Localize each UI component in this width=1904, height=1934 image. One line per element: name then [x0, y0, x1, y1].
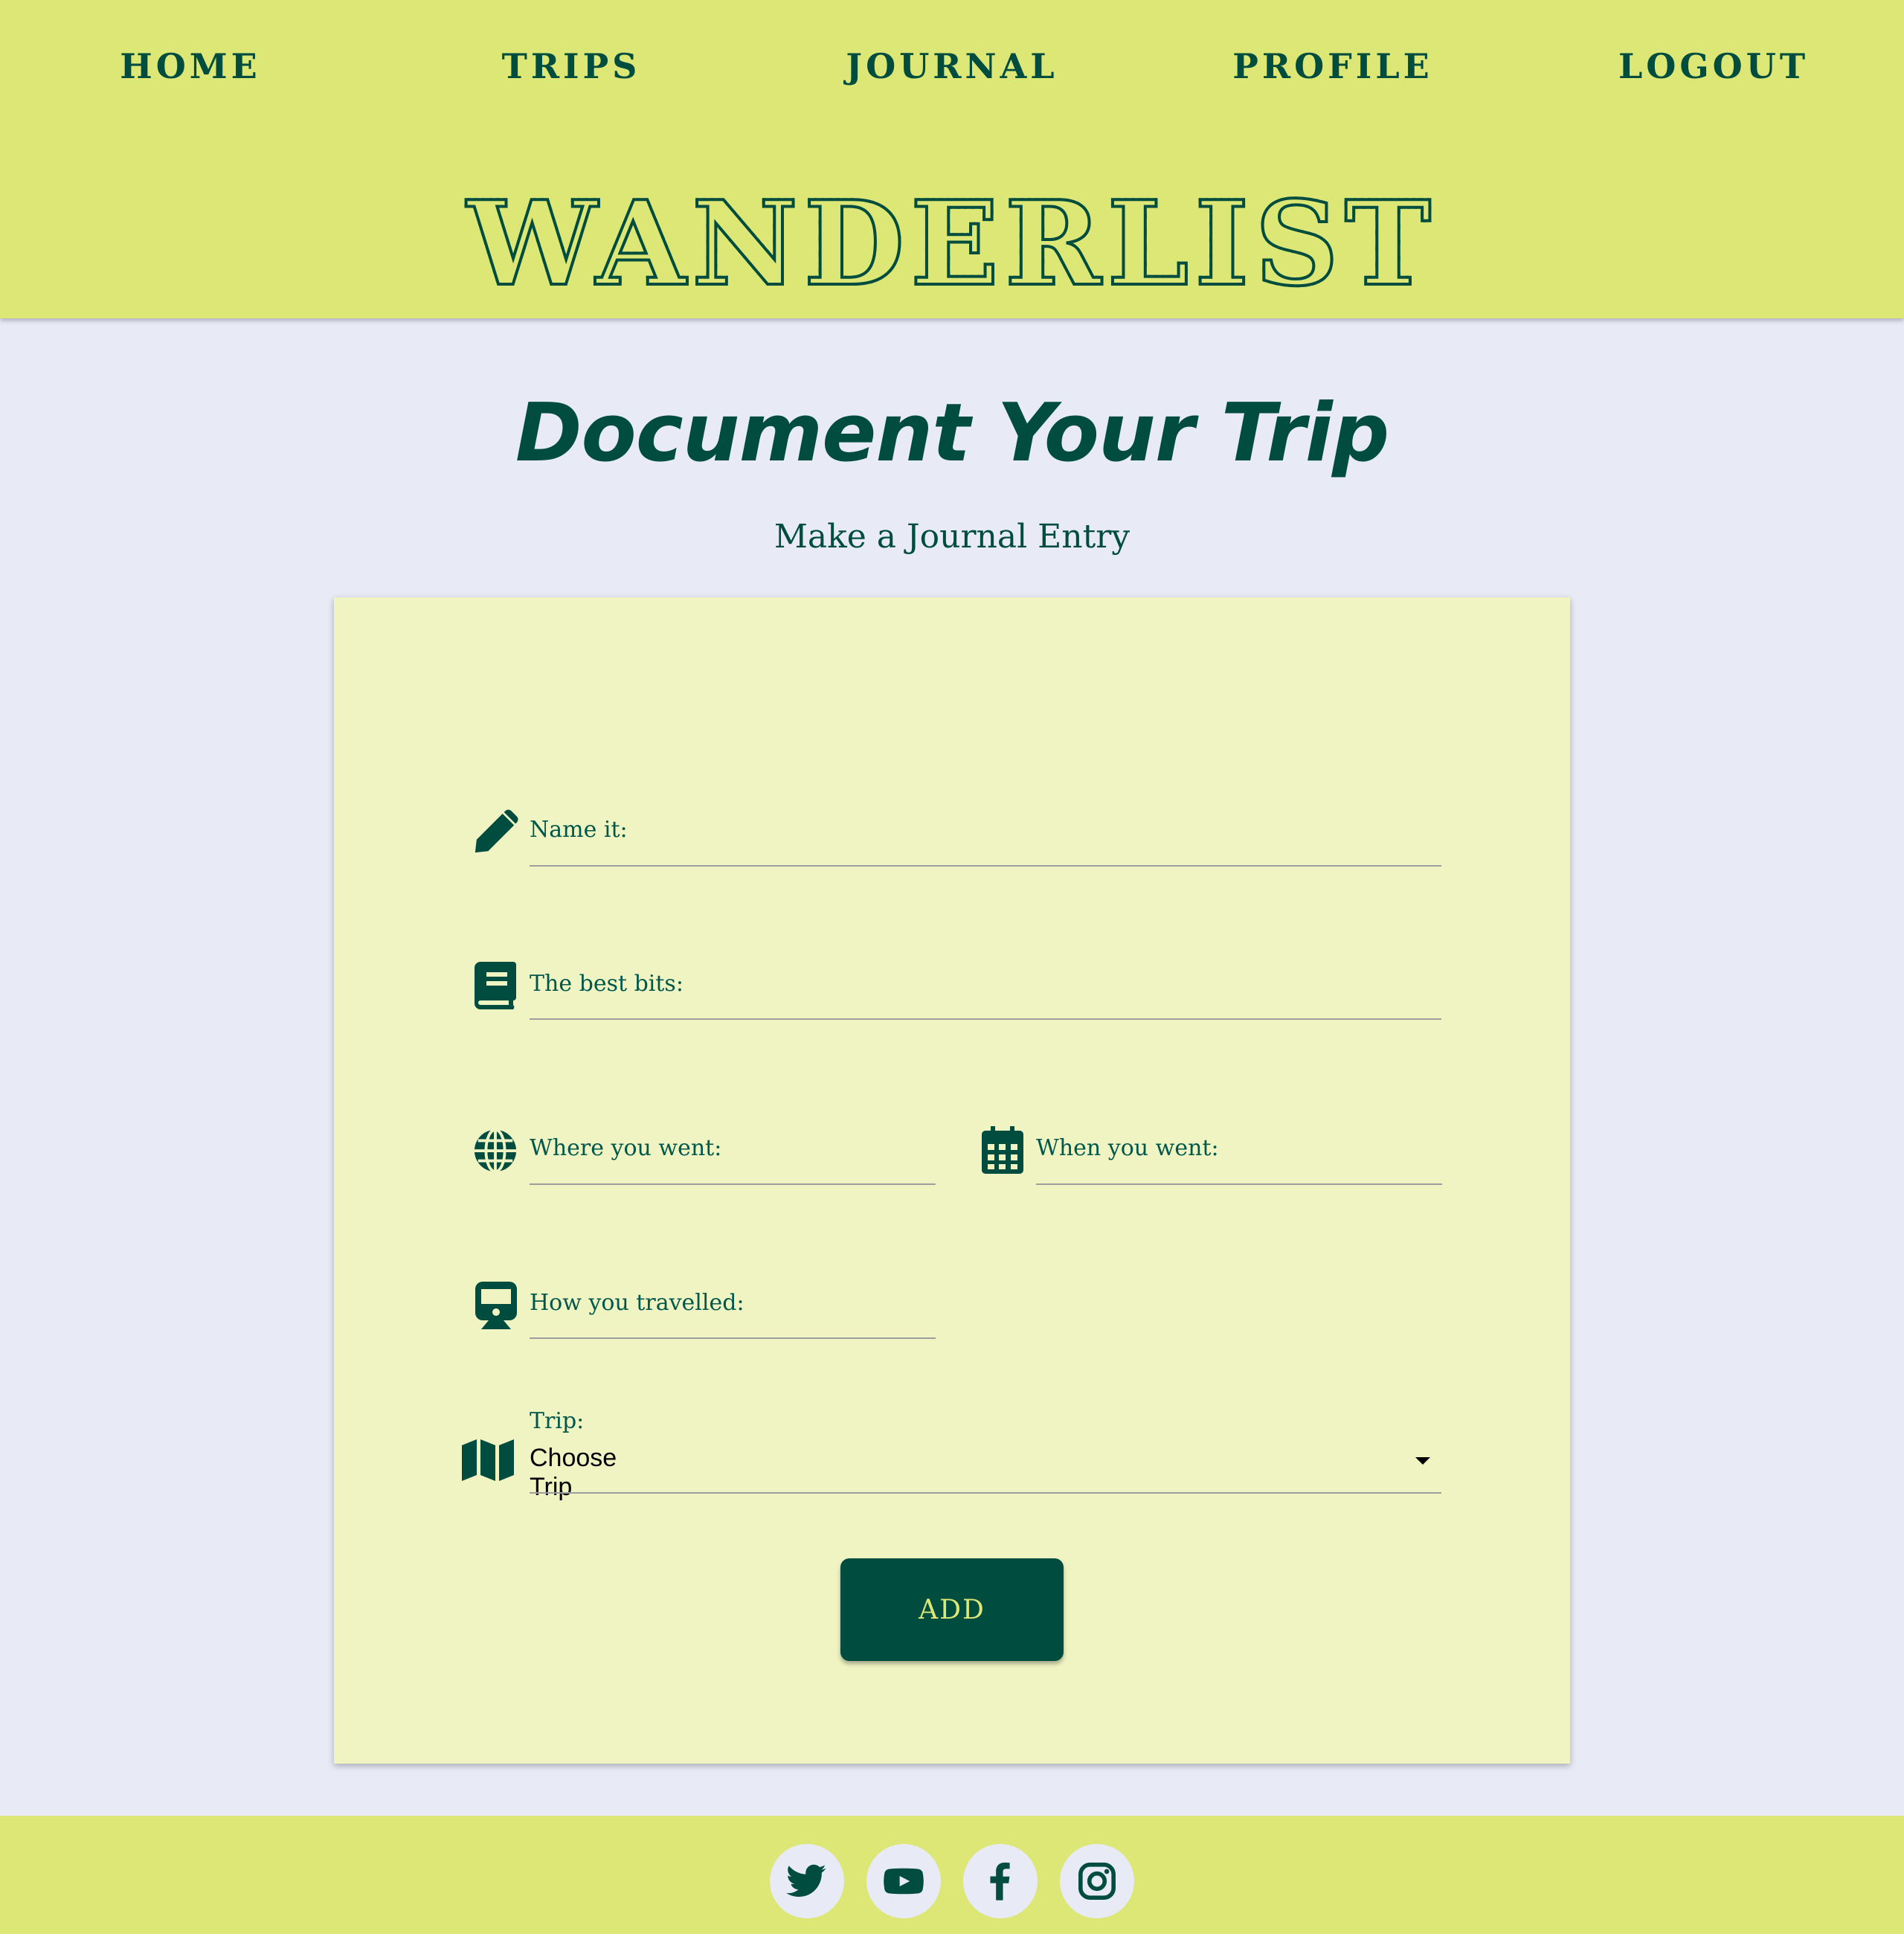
- facebook-link[interactable]: [963, 1844, 1038, 1918]
- best-bits-label: The best bits:: [530, 971, 684, 997]
- instagram-link[interactable]: [1060, 1844, 1134, 1918]
- when-input-underline[interactable]: [1036, 1183, 1442, 1185]
- trip-label: Trip:: [530, 1408, 585, 1434]
- page-subtitle: Make a Journal Entry: [774, 518, 1130, 556]
- where-label: Where you went:: [530, 1135, 722, 1161]
- add-button[interactable]: ADD: [840, 1558, 1064, 1661]
- nav-journal-link[interactable]: JOURNAL: [762, 46, 1142, 86]
- name-label: Name it:: [530, 817, 628, 843]
- youtube-icon: [883, 1860, 924, 1902]
- brand-logo[interactable]: WANDERLIST: [0, 184, 1904, 303]
- journal-entry-form: Name it: The best bits: Where you went:: [334, 597, 1570, 1764]
- calendar-icon: [982, 1126, 1023, 1174]
- twitter-link[interactable]: [770, 1844, 844, 1918]
- nav-trips-link[interactable]: TRIPS: [381, 46, 762, 86]
- facebook-icon: [980, 1860, 1021, 1902]
- how-label: How you travelled:: [530, 1290, 744, 1316]
- nav-home-link[interactable]: HOME: [0, 46, 381, 86]
- main-nav: HOME TRIPS JOURNAL PROFILE LOGOUT: [0, 0, 1904, 138]
- twitter-icon: [786, 1860, 828, 1902]
- page-title: Document Your Trip: [515, 387, 1389, 480]
- how-input-underline[interactable]: [530, 1337, 936, 1339]
- globe-icon: [472, 1128, 518, 1174]
- nav-logout-link[interactable]: LOGOUT: [1523, 46, 1904, 86]
- trip-select-underline[interactable]: [530, 1492, 1441, 1494]
- map-icon: [462, 1439, 514, 1481]
- best-bits-input-underline[interactable]: [530, 1018, 1441, 1020]
- chevron-down-icon[interactable]: [1415, 1457, 1430, 1465]
- name-input-underline[interactable]: [530, 865, 1441, 867]
- where-input-underline[interactable]: [530, 1183, 936, 1185]
- instagram-icon: [1076, 1860, 1118, 1902]
- site-footer: [0, 1816, 1904, 1934]
- site-header: HOME TRIPS JOURNAL PROFILE LOGOUT WANDER…: [0, 0, 1904, 318]
- youtube-link[interactable]: [866, 1844, 941, 1918]
- train-icon: [475, 1282, 517, 1329]
- pencil-icon: [472, 809, 518, 855]
- when-label: When you went:: [1036, 1135, 1219, 1161]
- book-icon: [474, 962, 517, 1009]
- nav-profile-link[interactable]: PROFILE: [1142, 46, 1523, 86]
